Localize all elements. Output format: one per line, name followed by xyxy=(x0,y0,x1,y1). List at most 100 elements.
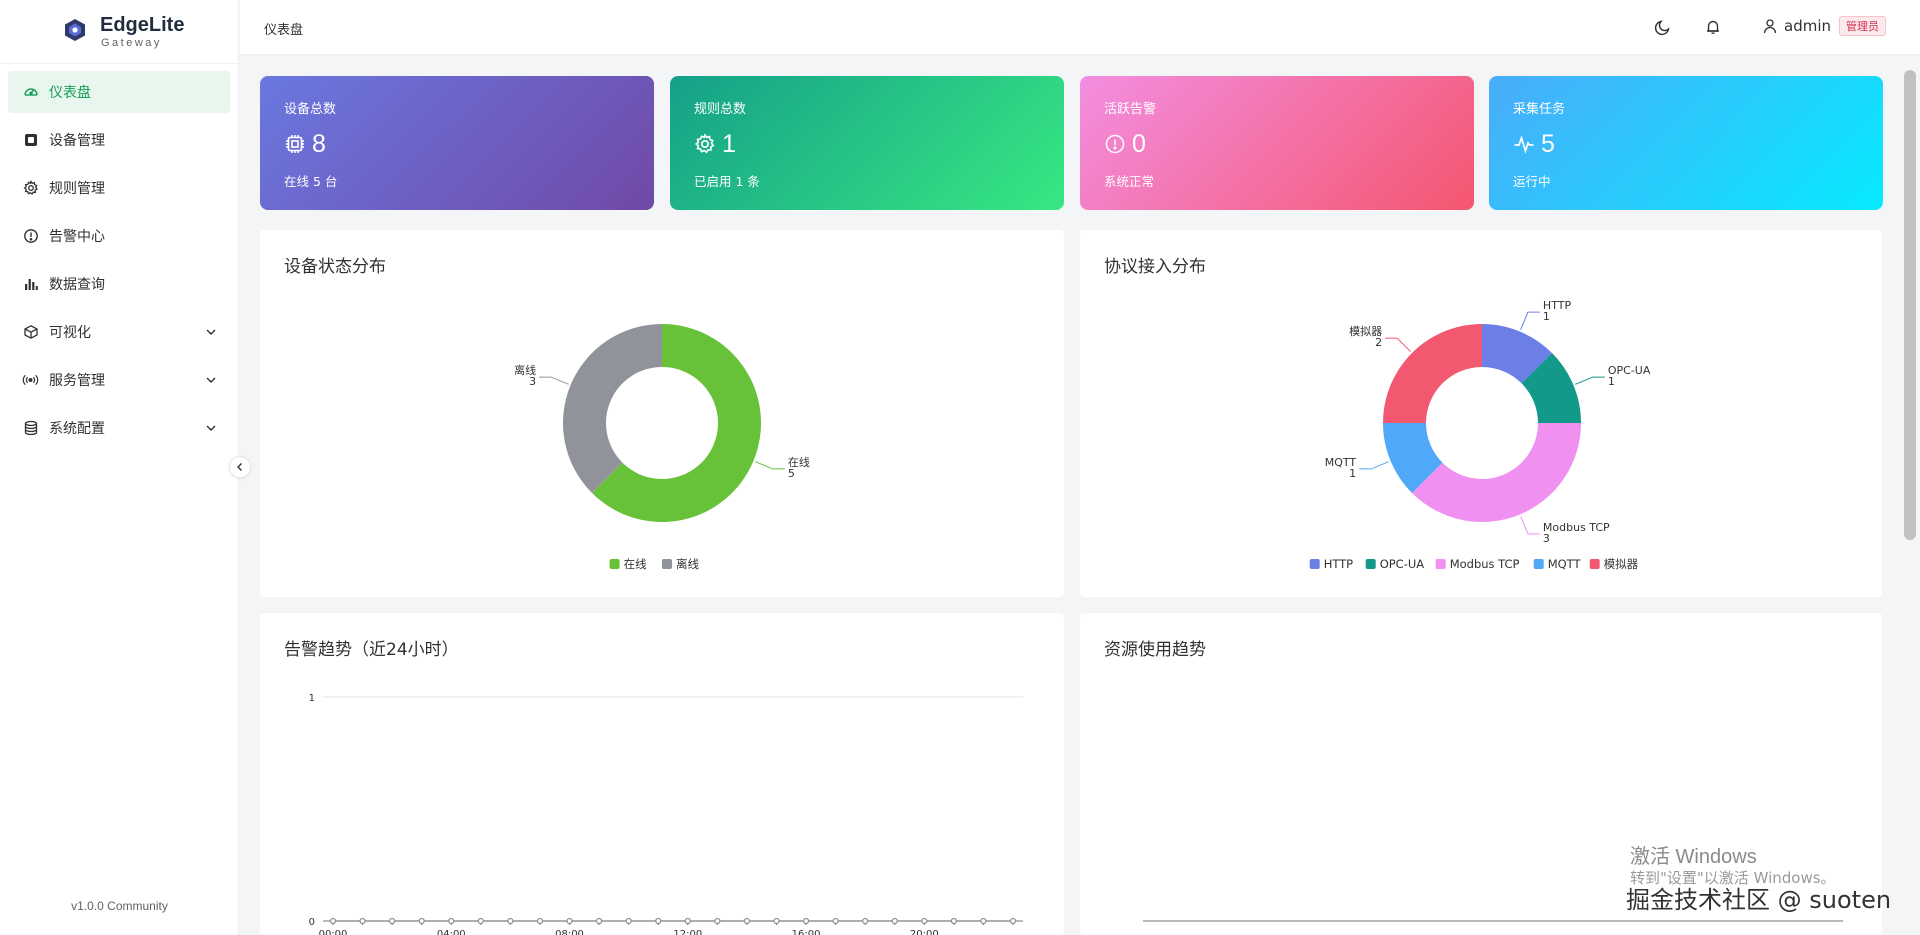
protocol-chart: HTTP1OPC-UA1Modbus TCP3MQTT1模拟器2HTTP OPC-… xyxy=(1309,299,1651,571)
slice-value-label: 1 xyxy=(1608,375,1615,388)
stat-value: 1 xyxy=(722,129,736,158)
chip-icon xyxy=(22,132,39,149)
stat-title: 采集任务 xyxy=(1513,102,1566,117)
data-point xyxy=(1009,917,1017,925)
chevron-left-icon xyxy=(237,463,242,471)
sidebar-collapse-button[interactable] xyxy=(229,456,251,478)
slice-value-label: 1 xyxy=(1349,467,1356,480)
data-point xyxy=(536,917,544,925)
data-point xyxy=(773,917,780,925)
sidebar-item-system-config[interactable]: 系统配置 xyxy=(8,407,230,449)
legend-label: Modbus TCP xyxy=(1450,557,1520,571)
sidebar-item-dashboard[interactable]: 仪表盘 xyxy=(8,71,230,113)
data-point xyxy=(418,917,425,925)
label-leader-line xyxy=(1520,311,1540,330)
page-scrollbar[interactable] xyxy=(1904,70,1916,540)
device-status-panel: 设备状态分布 在线 5 离线 3 在线 离线 xyxy=(260,230,1064,597)
chevron-down-icon xyxy=(206,329,216,335)
data-point xyxy=(950,917,958,925)
stat-value: 5 xyxy=(1541,129,1555,158)
bar-chart-icon xyxy=(22,276,39,293)
stat-subtitle: 在线 5 台 xyxy=(284,174,338,189)
sidebar-item-alarms[interactable]: 告警中心 xyxy=(8,215,230,257)
slice-value-label: 2 xyxy=(1375,336,1382,349)
stat-title: 活跃告警 xyxy=(1104,102,1157,117)
data-point xyxy=(329,917,337,925)
sidebar-item-label: 设备管理 xyxy=(49,133,105,149)
sidebar-menu: 仪表盘 设备管理 规则管理 告警中心 数据查询 可视化 服务管理 系统配置 xyxy=(0,71,238,449)
data-point xyxy=(655,917,662,925)
alarm-trend-chart: 0 1 00:00 04:00 08:00 12:00 16:00 20:00 xyxy=(309,693,1023,935)
legend-label: 离线 xyxy=(676,557,699,571)
alarm-trend-panel: 告警趋势（近24小时） 0 1 00:00 04:00 08:00 12:00 16:00 2… xyxy=(260,613,1064,935)
legend-marker xyxy=(1435,559,1446,569)
data-point xyxy=(388,917,396,925)
logo-icon xyxy=(65,19,85,41)
data-point xyxy=(802,917,810,925)
slice-value-label: 3 xyxy=(529,375,536,388)
theme-toggle-moon-icon[interactable] xyxy=(1654,18,1672,36)
data-point xyxy=(684,917,691,925)
chip-icon xyxy=(286,135,304,153)
chevron-down-icon xyxy=(206,377,216,383)
data-point xyxy=(921,917,928,925)
x-tick-label: 16:00 xyxy=(792,929,821,935)
data-point xyxy=(891,917,898,925)
breadcrumb: 仪表盘 xyxy=(264,23,304,38)
y-tick-label: 1 xyxy=(309,693,315,704)
legend-marker xyxy=(1533,559,1544,569)
sidebar-item-label: 服务管理 xyxy=(49,373,105,389)
sidebar-item-rules[interactable]: 规则管理 xyxy=(8,167,230,209)
user-icon xyxy=(1763,19,1777,34)
slice-label: Modbus TCP xyxy=(1543,521,1610,534)
stat-value: 0 xyxy=(1132,129,1146,158)
top-header: 仪表盘 admin 管理员 xyxy=(240,0,1920,55)
sidebar-item-services[interactable]: 服务管理 xyxy=(8,359,230,401)
legend-marker xyxy=(662,559,672,569)
stat-title: 设备总数 xyxy=(284,102,337,117)
stat-card-active-alarms[interactable]: 活跃告警 0 系统正常 xyxy=(1080,76,1474,210)
sidebar-item-label: 仪表盘 xyxy=(49,85,91,101)
alert-circle-icon xyxy=(22,228,39,245)
slice-value-label: 5 xyxy=(788,467,795,480)
legend-label: 在线 xyxy=(624,557,647,571)
broadcast-icon xyxy=(22,372,39,389)
device-status-chart: 在线5离线3在线 离线 xyxy=(514,324,810,571)
sidebar-item-visualization[interactable]: 可视化 xyxy=(8,311,230,353)
sidebar-item-label: 数据查询 xyxy=(49,277,105,293)
sidebar-item-data-query[interactable]: 数据查询 xyxy=(8,263,230,305)
alert-circle-icon xyxy=(1105,134,1125,154)
legend-marker xyxy=(1365,559,1376,569)
legend-marker xyxy=(1309,559,1320,569)
legend-label: OPC-UA xyxy=(1380,557,1425,571)
legend-marker xyxy=(1589,559,1600,569)
brand[interactable]: EdgeLite Gateway xyxy=(0,0,238,64)
data-point xyxy=(832,917,839,925)
sidebar-item-devices[interactable]: 设备管理 xyxy=(8,119,230,161)
data-point xyxy=(743,917,751,925)
chevron-down-icon xyxy=(206,425,216,431)
stat-subtitle: 运行中 xyxy=(1513,174,1551,189)
y-tick-label: 0 xyxy=(309,917,315,928)
label-leader-line xyxy=(1359,461,1389,470)
label-leader-line xyxy=(755,461,785,470)
data-point xyxy=(625,917,632,925)
stat-card-devices[interactable]: 设备总数 8 在线 5 台 xyxy=(260,76,654,210)
stat-card-collect-tasks[interactable]: 采集任务 5 运行中 xyxy=(1489,76,1883,210)
role-badge: 管理员 xyxy=(1839,16,1886,36)
cube-icon xyxy=(22,324,39,341)
dashboard-icon xyxy=(22,84,39,101)
sidebar-item-label: 可视化 xyxy=(49,325,91,341)
legend-label: HTTP xyxy=(1324,557,1353,571)
stat-card-rules[interactable]: 规则总数 1 已启用 1 条 xyxy=(670,76,1064,210)
label-leader-line xyxy=(1520,516,1540,535)
slice-value-label: 1 xyxy=(1543,310,1550,323)
pulse-icon xyxy=(1514,135,1534,154)
data-point xyxy=(448,917,455,925)
gear-icon xyxy=(694,133,715,154)
stat-subtitle: 系统正常 xyxy=(1104,174,1155,189)
user-menu[interactable]: admin 管理员 xyxy=(1762,16,1886,36)
data-point xyxy=(477,917,484,925)
gear-icon xyxy=(22,180,39,197)
notification-bell-icon[interactable] xyxy=(1704,18,1722,36)
